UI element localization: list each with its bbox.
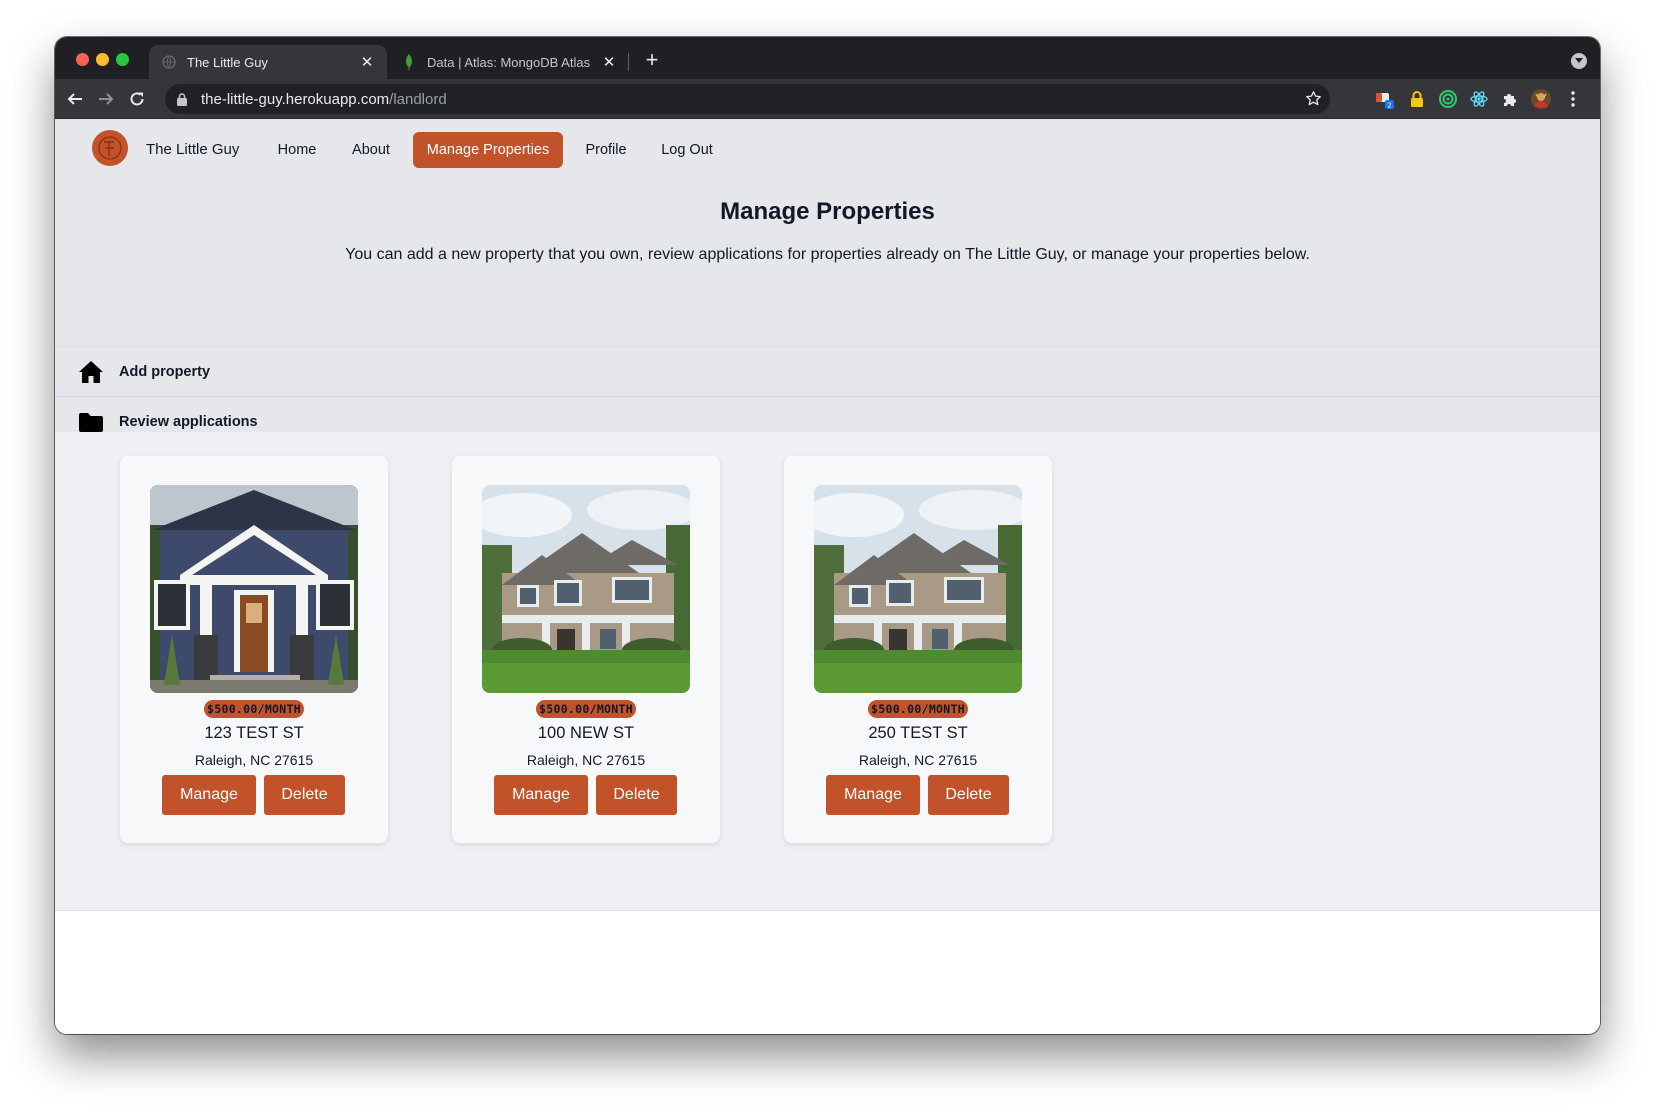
- property-card: $500.00/MONTH 123 TEST ST Raleigh, NC 27…: [120, 456, 388, 843]
- property-list: $500.00/MONTH 123 TEST ST Raleigh, NC 27…: [55, 432, 1600, 911]
- property-photo: [814, 485, 1022, 693]
- delete-button[interactable]: Delete: [264, 775, 345, 815]
- property-street: 123 TEST ST: [204, 724, 304, 742]
- close-tab-icon[interactable]: ✕: [601, 53, 617, 71]
- nav-link-log-out[interactable]: Log Out: [652, 132, 722, 168]
- url-host: the-little-guy.herokuapp.com: [201, 90, 390, 108]
- price-badge: $500.00/MONTH: [784, 700, 1052, 718]
- property-city: Raleigh, NC 27615: [194, 752, 314, 768]
- brand-logo[interactable]: [92, 130, 128, 166]
- property-city: Raleigh, NC 27615: [526, 752, 646, 768]
- price-badge: $500.00/MONTH: [452, 700, 720, 718]
- target-icon[interactable]: [1438, 89, 1458, 109]
- new-tab-icon[interactable]: +: [640, 49, 664, 73]
- profile-avatar-icon[interactable]: [1531, 89, 1551, 109]
- tab-mongodb-atlas[interactable]: Data | Atlas: MongoDB Atlas ✕: [389, 45, 629, 79]
- tab-the-little-guy[interactable]: The Little Guy ✕: [149, 45, 387, 79]
- lock-icon: [177, 92, 191, 106]
- page-header: Manage Properties You can add a new prop…: [55, 181, 1600, 448]
- tab-strip: The Little Guy ✕ Data | Atlas: MongoDB A…: [55, 37, 1600, 79]
- manage-button[interactable]: Manage: [826, 775, 920, 815]
- page-title: Manage Properties: [720, 198, 935, 225]
- property-street: 100 NEW ST: [537, 724, 635, 742]
- home-icon: [79, 360, 103, 384]
- manage-button[interactable]: Manage: [494, 775, 588, 815]
- password-lock-icon[interactable]: [1407, 89, 1427, 109]
- page-content: The Little Guy Home About Manage Propert…: [55, 119, 1600, 1034]
- property-photo: [150, 485, 358, 693]
- property-city: Raleigh, NC 27615: [858, 752, 978, 768]
- react-devtools-icon[interactable]: [1469, 89, 1489, 109]
- delete-button[interactable]: Delete: [928, 775, 1009, 815]
- extension-badge-icon[interactable]: 2: [1375, 89, 1395, 109]
- folder-icon: [79, 410, 103, 434]
- tab-title: Data | Atlas: MongoDB Atlas: [427, 54, 591, 70]
- property-photo: [482, 485, 690, 693]
- page-subtitle: You can add a new property that you own,…: [345, 246, 1310, 263]
- browser-toolbar: the-little-guy.herokuapp.com/landlord 2: [55, 79, 1600, 119]
- url-path: /landlord: [389, 90, 447, 108]
- forward-icon[interactable]: [95, 88, 117, 110]
- minimize-window-button[interactable]: [96, 53, 109, 66]
- review-applications-label: Review applications: [119, 414, 258, 430]
- close-tab-icon[interactable]: ✕: [359, 53, 375, 71]
- svg-text:2: 2: [1387, 102, 1391, 110]
- address-bar[interactable]: the-little-guy.herokuapp.com/landlord: [165, 84, 1330, 114]
- nav-link-home[interactable]: Home: [265, 132, 329, 168]
- tab-title: The Little Guy: [187, 54, 268, 70]
- globe-icon: [161, 54, 177, 70]
- nav-link-about[interactable]: About: [342, 132, 400, 168]
- delete-button[interactable]: Delete: [596, 775, 677, 815]
- site-navbar: The Little Guy Home About Manage Propert…: [55, 119, 1600, 181]
- nav-link-manage-properties[interactable]: Manage Properties: [413, 132, 563, 168]
- browser-window: The Little Guy ✕ Data | Atlas: MongoDB A…: [55, 37, 1600, 1034]
- property-street: 250 TEST ST: [868, 724, 968, 742]
- leaf-icon: [401, 54, 417, 70]
- back-icon[interactable]: [64, 88, 86, 110]
- add-property-toggle[interactable]: Add property: [55, 346, 1600, 397]
- property-card: $500.00/MONTH 100 NEW ST Raleigh, NC 276…: [452, 456, 720, 843]
- nav-link-profile[interactable]: Profile: [575, 132, 637, 168]
- reload-icon[interactable]: [126, 88, 148, 110]
- price-badge: $500.00/MONTH: [120, 700, 388, 718]
- manage-button[interactable]: Manage: [162, 775, 256, 815]
- puzzle-extensions-icon[interactable]: [1500, 89, 1520, 109]
- tab-separator: [628, 53, 629, 71]
- add-property-label: Add property: [119, 363, 211, 380]
- close-window-button[interactable]: [76, 53, 89, 66]
- brand-name[interactable]: The Little Guy: [146, 141, 239, 158]
- kebab-menu-icon[interactable]: [1563, 89, 1583, 109]
- bookmark-star-icon[interactable]: [1305, 90, 1322, 111]
- property-card: $500.00/MONTH 250 TEST ST Raleigh, NC 27…: [784, 456, 1052, 843]
- tab-search-icon[interactable]: [1571, 53, 1587, 69]
- maximize-window-button[interactable]: [116, 53, 129, 66]
